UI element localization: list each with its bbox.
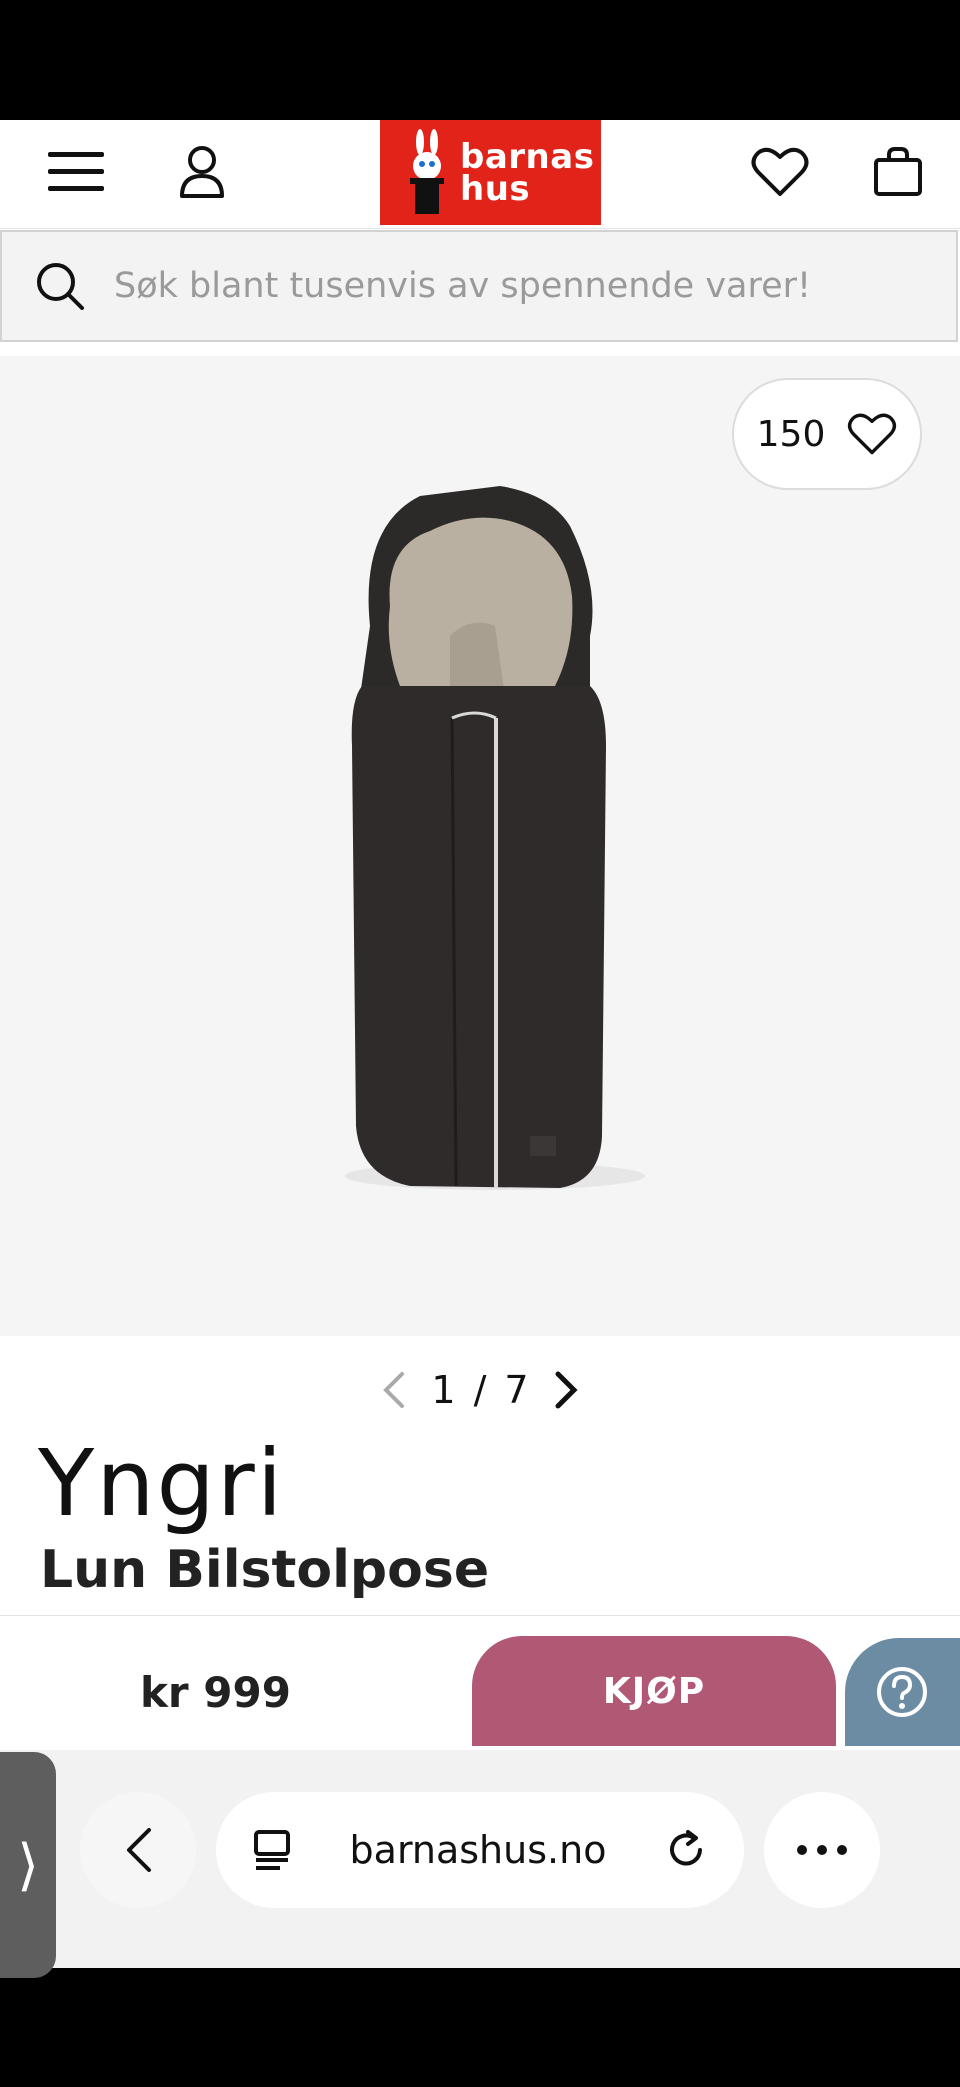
browser-back-button[interactable] — [80, 1792, 196, 1908]
app-screen: barnas hus 150 — [0, 120, 960, 1968]
side-panel-tab[interactable]: ⟩ — [0, 1752, 56, 1978]
pager-separator: / — [473, 1368, 487, 1412]
chevron-left-icon — [127, 1828, 151, 1872]
gallery-pager: 1 / 7 — [0, 1360, 960, 1420]
buy-bar: kr 999 KJØP — [0, 1615, 960, 1751]
reload-icon[interactable] — [664, 1828, 708, 1872]
product-price: kr 999 — [140, 1668, 291, 1717]
address-bar[interactable]: barnashus.no — [216, 1792, 744, 1908]
pager-current: 1 — [431, 1368, 456, 1412]
more-dots-icon — [797, 1845, 847, 1855]
browser-toolbar: barnashus.no — [0, 1750, 960, 1968]
page-tabs-icon[interactable] — [252, 1828, 292, 1872]
heart-icon[interactable] — [744, 136, 816, 208]
pager-total: 7 — [504, 1368, 529, 1412]
product-image-footmuff — [345, 486, 645, 1190]
site-logo[interactable]: barnas hus — [380, 120, 601, 225]
next-image-button[interactable] — [547, 1365, 587, 1415]
help-button[interactable] — [845, 1638, 960, 1746]
question-mark-icon — [877, 1667, 927, 1717]
brand-name[interactable]: Yngri — [38, 1430, 284, 1537]
site-header: barnas hus — [0, 120, 960, 229]
heart-icon — [848, 413, 897, 455]
buy-button[interactable]: KJØP — [472, 1636, 836, 1746]
more-options-button[interactable] — [764, 1792, 880, 1908]
favorite-count: 150 — [756, 413, 826, 455]
shopping-bag-icon[interactable] — [862, 136, 934, 208]
hamburger-menu-icon[interactable] — [40, 136, 112, 208]
search-bar[interactable] — [0, 230, 958, 342]
product-gallery[interactable]: 150 — [0, 356, 960, 1336]
product-title: Lun Bilstolpose — [40, 1540, 490, 1600]
user-icon[interactable] — [166, 136, 238, 208]
bunny-hat-logo-icon — [410, 129, 444, 214]
favorite-button[interactable]: 150 — [732, 378, 922, 490]
url-text: barnashus.no — [349, 1828, 607, 1872]
logo-text: barnas hus — [460, 136, 595, 209]
search-input[interactable] — [112, 265, 916, 307]
previous-image-button[interactable] — [373, 1365, 413, 1415]
search-icon — [30, 256, 90, 316]
side-tab-glyph: ⟩ — [17, 1832, 39, 1898]
